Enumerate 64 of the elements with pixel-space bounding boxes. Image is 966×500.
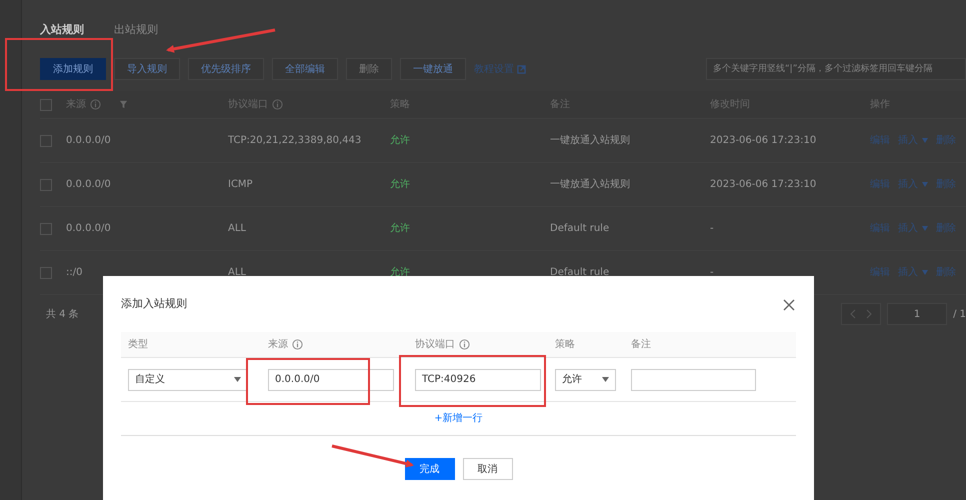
caret-icon xyxy=(234,377,241,382)
page-total: / 1 xyxy=(953,308,966,322)
caret-icon[interactable] xyxy=(922,226,928,231)
table-cell-text: 允许 xyxy=(390,134,411,148)
checkbox[interactable] xyxy=(40,98,52,110)
table-cell-text: 允许 xyxy=(390,266,411,280)
toolbar-button[interactable]: 一键放通 xyxy=(400,58,466,80)
info-icon xyxy=(90,99,101,110)
table-cell-text: TCP:20,21,22,3389,80,443 xyxy=(228,134,362,148)
cancel-button[interactable]: 取消 xyxy=(462,458,512,480)
page-field[interactable]: 1 xyxy=(887,303,948,325)
table-cell-text: Default rule xyxy=(550,222,610,236)
table-cell-text: 2023-06-06 17:23:10 xyxy=(710,178,818,192)
tab[interactable]: 入站规则 xyxy=(40,22,84,38)
select-field[interactable]: 自定义 xyxy=(128,368,248,390)
table-cell-text: ALL xyxy=(228,266,247,280)
toolbar-button[interactable]: 优先级排序 xyxy=(188,58,264,80)
toolbar-button[interactable]: 全部编辑 xyxy=(272,58,338,80)
column-header: 协议端口 xyxy=(415,338,455,352)
dialog-title: 添加入站规则 xyxy=(121,296,187,312)
caret-icon[interactable] xyxy=(922,182,928,187)
input-field[interactable] xyxy=(631,368,756,390)
table-cell-text: ::/0 xyxy=(66,266,84,280)
search-field[interactable]: 多个关键字用竖线“|”分隔，多个过滤标签用回车键分隔 xyxy=(706,58,966,80)
table-cell-text: 允许 xyxy=(390,222,411,236)
column-header: 备注 xyxy=(631,338,651,352)
column-header: 策略 xyxy=(555,338,575,352)
caret-icon[interactable] xyxy=(922,270,928,275)
input-field[interactable]: 0.0.0.0/0 xyxy=(268,368,394,390)
caret-icon[interactable] xyxy=(922,138,928,143)
external-link-icon xyxy=(517,64,526,74)
table-cell-text: - xyxy=(710,266,715,280)
total-count: 共 4 条 xyxy=(46,308,79,322)
table-cell-text: 允许 xyxy=(390,178,411,192)
checkbox[interactable] xyxy=(40,134,52,146)
checkbox[interactable] xyxy=(40,178,52,190)
select-field[interactable]: 允许 xyxy=(555,368,616,390)
caret-icon xyxy=(602,377,609,382)
checkbox[interactable] xyxy=(40,222,52,234)
toolbar-button[interactable]: 导入规则 xyxy=(114,58,180,80)
table-cell-text: 0.0.0.0/0 xyxy=(66,222,112,236)
toolbar-button[interactable]: 添加规则 xyxy=(40,58,106,80)
tab[interactable]: 出站规则 xyxy=(114,22,158,38)
pager-arrows-icon[interactable] xyxy=(841,303,882,325)
table-cell-text: Default rule xyxy=(550,266,610,280)
table-cell-text: 一键放通入站规则 xyxy=(550,134,631,148)
confirm-button[interactable]: 完成 xyxy=(404,458,454,480)
info-icon xyxy=(272,99,283,110)
table-cell-text: 一键放通入站规则 xyxy=(550,178,631,192)
table-cell-text: 2023-06-06 17:23:10 xyxy=(710,134,818,148)
table-cell-text: 0.0.0.0/0 xyxy=(66,134,112,148)
table-cell-text: 0.0.0.0/0 xyxy=(66,178,112,192)
filter-icon[interactable] xyxy=(119,100,128,109)
column-header: 来源 xyxy=(268,338,288,352)
close-button[interactable] xyxy=(782,297,796,311)
table-cell-text: ICMP xyxy=(228,178,254,192)
table-cell-text: - xyxy=(710,222,715,236)
input-field[interactable]: TCP:40926 xyxy=(415,368,541,390)
column-header: 类型 xyxy=(128,338,148,352)
info-icon xyxy=(292,339,303,350)
table-cell-text: ALL xyxy=(228,222,247,236)
info-icon xyxy=(459,339,470,350)
add-row-link[interactable]: +新增一行 xyxy=(434,411,483,426)
checkbox[interactable] xyxy=(40,266,52,278)
